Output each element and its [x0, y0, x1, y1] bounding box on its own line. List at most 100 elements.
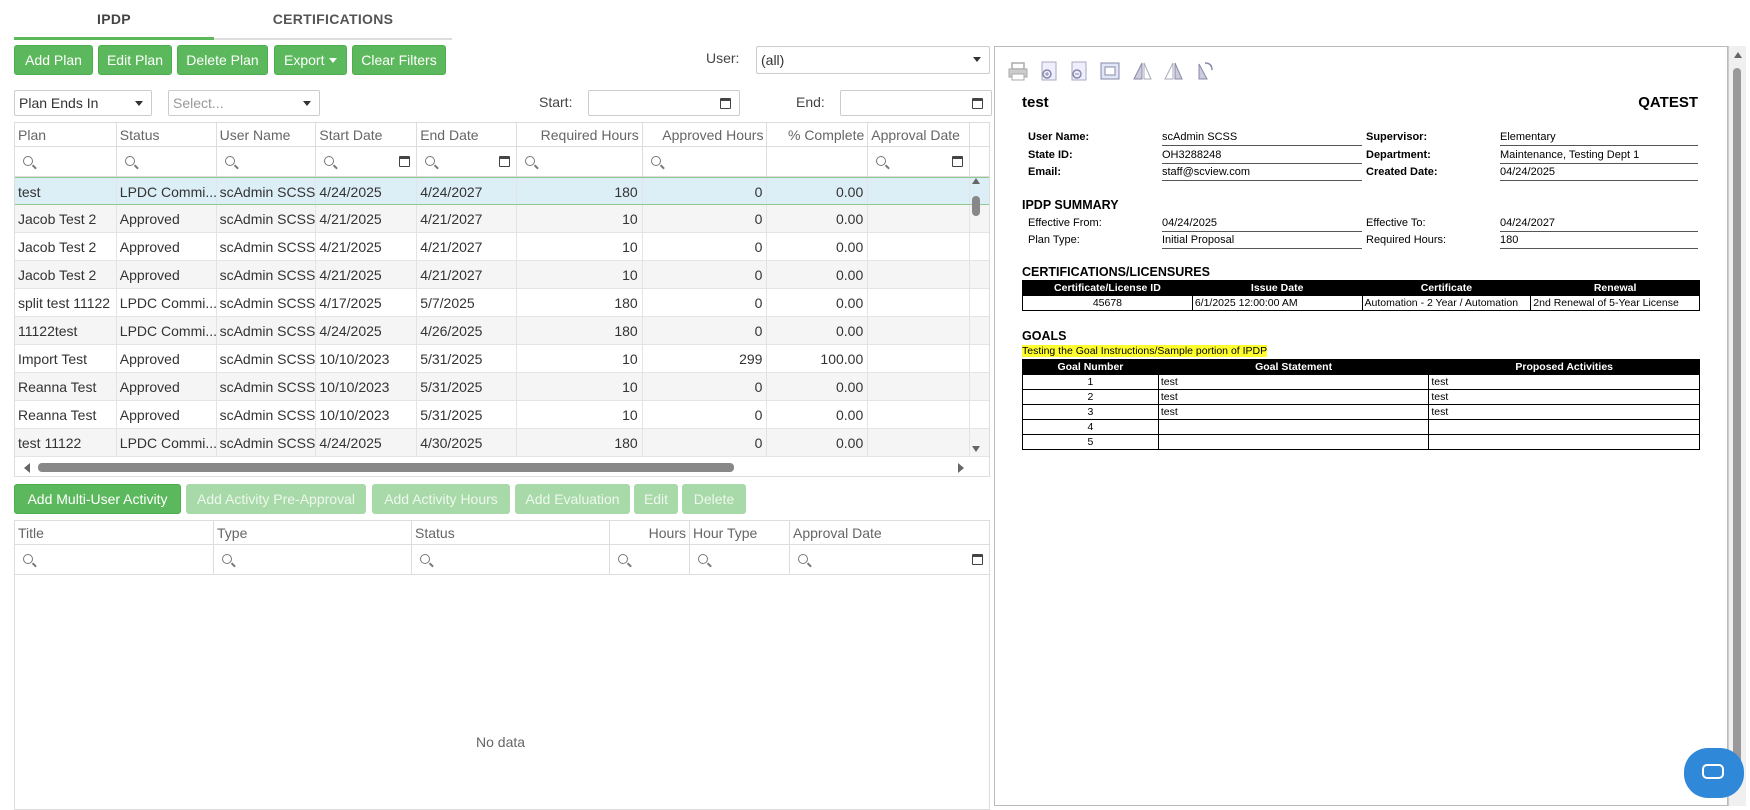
scroll-down-icon[interactable] [972, 446, 980, 452]
col-hours[interactable]: Hours [610, 521, 690, 544]
col-activity-status[interactable]: Status [412, 521, 610, 544]
table-row[interactable]: Reanna Test Approved scAdmin SCSS 10/10/202… [15, 401, 989, 429]
filter-start-date[interactable] [316, 147, 418, 176]
delete-activity-button[interactable]: Delete [682, 484, 746, 514]
filter-user-name[interactable] [217, 147, 317, 176]
col-approved-hours[interactable]: Approved Hours [643, 123, 768, 146]
user-select[interactable]: (all) [756, 46, 990, 74]
cell-user-name: scAdmin SCSS [217, 205, 317, 232]
report-viewer-scrollbar[interactable] [1728, 46, 1746, 806]
filter-type[interactable] [214, 545, 412, 574]
filter-plan[interactable] [15, 147, 117, 176]
add-multi-user-activity-button[interactable]: Add Multi-User Activity [14, 484, 181, 514]
col-type[interactable]: Type [214, 521, 412, 544]
rotate-right-icon[interactable] [1193, 60, 1215, 82]
table-row[interactable]: Jacob Test 2 Approved scAdmin SCSS 4/21/202… [15, 233, 989, 261]
cell-start-date: 4/24/2025 [316, 317, 418, 344]
cert-col-renewal: Renewal [1530, 280, 1700, 296]
scroll-left-icon[interactable] [24, 463, 30, 473]
table-row[interactable]: test LPDC Commi... scAdmin SCSS 4/24/2025 4/… [15, 177, 989, 205]
cell-user-name: scAdmin SCSS [217, 429, 317, 456]
plans-grid-vscroll-thumb[interactable] [972, 196, 980, 216]
table-row[interactable]: Jacob Test 2 Approved scAdmin SCSS 4/21/202… [15, 261, 989, 289]
filter-percent-complete[interactable] [767, 147, 869, 176]
chat-launcher-button[interactable] [1684, 748, 1744, 798]
cell-percent-complete: 0.00 [767, 205, 869, 232]
filter-approved-hours[interactable] [643, 147, 768, 176]
col-percent-complete[interactable]: % Complete [767, 123, 869, 146]
created-date-label: Created Date: [1366, 166, 1438, 178]
table-row[interactable]: 11122test LPDC Commi... scAdmin SCSS 4/24/2… [15, 317, 989, 345]
fit-page-icon[interactable] [1099, 60, 1121, 82]
start-date-input[interactable] [588, 90, 740, 116]
filter-hours[interactable] [610, 545, 690, 574]
table-row[interactable]: split test 11122 LPDC Commi... scAdmin SCS… [15, 289, 989, 317]
table-row[interactable]: Jacob Test 2 Approved scAdmin SCSS 4/21/202… [15, 205, 989, 233]
cert-cell-certificate: Automation - 2 Year / Automation [1361, 295, 1532, 311]
user-name-value: scAdmin SCSS [1162, 131, 1362, 146]
cell-percent-complete: 0.00 [767, 373, 869, 400]
scroll-up-icon[interactable] [972, 178, 980, 184]
goals-instructions-note: Testing the Goal Instructions/Sample por… [1022, 345, 1268, 357]
filter-activity-approval-date[interactable] [790, 545, 989, 574]
tab-certifications[interactable]: CERTIFICATIONS [214, 0, 452, 38]
edit-plan-button[interactable]: Edit Plan [98, 45, 172, 75]
goal-row: 2 test test [1022, 389, 1700, 405]
clear-filters-button[interactable]: Clear Filters [352, 45, 446, 75]
rotate-left-icon[interactable] [1131, 60, 1153, 82]
add-activity-preapproval-button[interactable]: Add Activity Pre-Approval [186, 484, 366, 514]
export-button[interactable]: Export [274, 45, 347, 75]
col-start-date[interactable]: Start Date [316, 123, 418, 146]
filter-activity-status[interactable] [412, 545, 610, 574]
plan-ends-select[interactable]: Plan Ends In [14, 90, 152, 116]
add-evaluation-button[interactable]: Add Evaluation [515, 484, 630, 514]
period-select[interactable]: Select... [168, 90, 320, 116]
calendar-icon[interactable] [972, 98, 983, 109]
filter-hour-type[interactable] [690, 545, 790, 574]
delete-plan-button[interactable]: Delete Plan [177, 45, 268, 75]
calendar-icon[interactable] [720, 98, 731, 109]
zoom-out-icon[interactable] [1068, 60, 1090, 82]
col-approval-date[interactable]: Approval Date [868, 123, 971, 146]
add-plan-button[interactable]: Add Plan [14, 45, 93, 75]
filter-approval-date[interactable] [868, 147, 971, 176]
edit-activity-button[interactable]: Edit [634, 484, 678, 514]
scroll-right-icon[interactable] [958, 463, 964, 473]
col-activity-approval-date[interactable]: Approval Date [790, 521, 989, 544]
col-title[interactable]: Title [15, 521, 214, 544]
col-user-name[interactable]: User Name [217, 123, 317, 146]
end-date-input[interactable] [840, 90, 992, 116]
cert-col-id: Certificate/License ID [1022, 280, 1193, 296]
print-icon[interactable] [1007, 60, 1029, 82]
cell-status: LPDC Commi... [117, 317, 217, 344]
col-end-date[interactable]: End Date [417, 123, 517, 146]
table-row[interactable]: test 11122 LPDC Commi... scAdmin SCSS 4/24/… [15, 429, 989, 457]
filter-required-hours[interactable] [517, 147, 643, 176]
cert-col-issue-date: Issue Date [1191, 280, 1363, 296]
col-plan[interactable]: Plan [15, 123, 117, 146]
cell-approved-hours: 0 [643, 233, 768, 260]
col-status[interactable]: Status [117, 123, 217, 146]
goals-col-number: Goal Number [1022, 359, 1159, 375]
table-row[interactable]: Reanna Test Approved scAdmin SCSS 10/10/202… [15, 373, 989, 401]
goal-cell-number: 5 [1022, 434, 1159, 450]
add-activity-hours-button[interactable]: Add Activity Hours [372, 484, 510, 514]
scroll-up-icon[interactable] [1734, 52, 1742, 58]
report-scroll-thumb[interactable] [1733, 68, 1741, 768]
col-hour-type[interactable]: Hour Type [690, 521, 790, 544]
filter-end-date[interactable] [417, 147, 517, 176]
zoom-in-icon[interactable] [1038, 60, 1060, 82]
col-required-hours[interactable]: Required Hours [517, 123, 643, 146]
plans-grid-hscroll-thumb[interactable] [38, 463, 734, 472]
tab-ipdp[interactable]: IPDP [14, 0, 214, 40]
cell-plan: test [15, 178, 117, 204]
calendar-icon[interactable] [952, 156, 964, 167]
filter-title[interactable] [15, 545, 214, 574]
calendar-icon[interactable] [972, 554, 983, 565]
supervisor-value: Elementary [1500, 131, 1698, 146]
calendar-icon[interactable] [498, 156, 510, 167]
filter-status[interactable] [117, 147, 217, 176]
table-row[interactable]: Import Test Approved scAdmin SCSS 10/10/202… [15, 345, 989, 373]
flip-icon[interactable] [1162, 60, 1184, 82]
calendar-icon[interactable] [399, 156, 411, 167]
